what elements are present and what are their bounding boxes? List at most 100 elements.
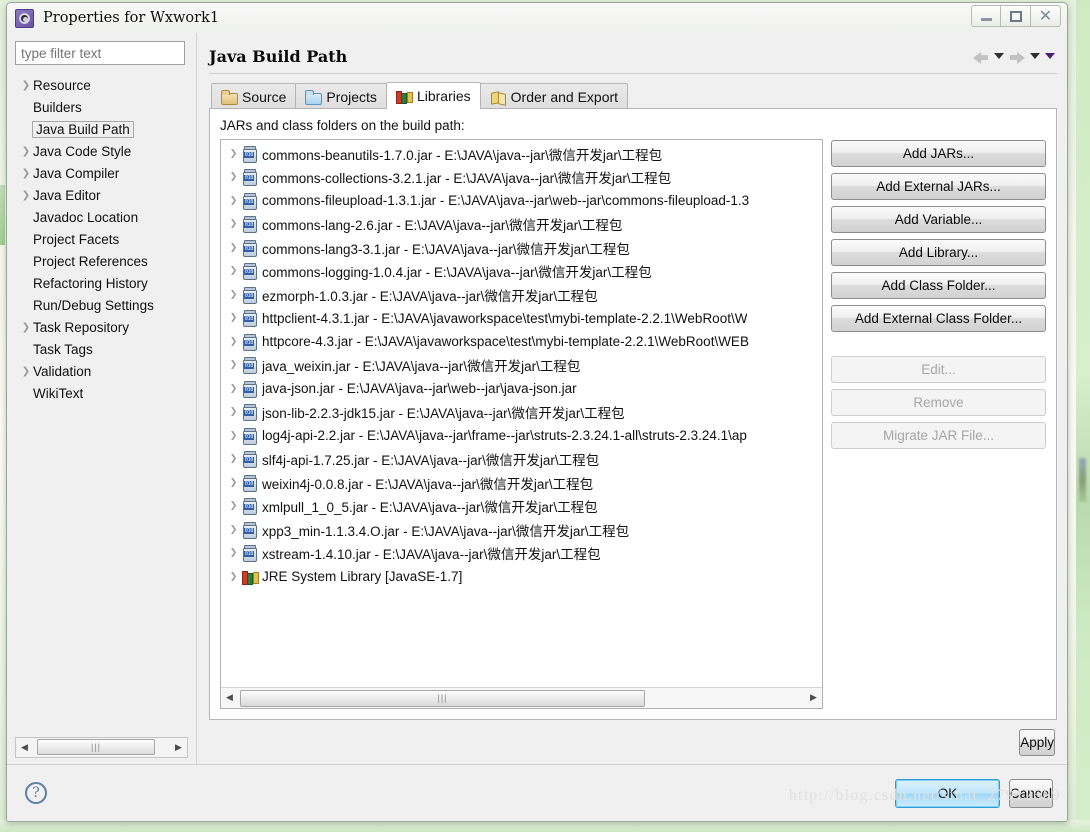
jar-list-item[interactable]: ❯ 010 commons-lang-2.6.jar - E:\JAVA\java-… [221,213,822,237]
sidebar-item-builders[interactable]: Builders [15,96,195,118]
expand-arrow-icon[interactable]: ❯ [226,384,241,394]
sidebar-item-javadoc-location[interactable]: Javadoc Location [15,206,195,228]
forward-history-caret-icon[interactable] [1030,53,1040,59]
jar-list-item[interactable]: ❯ 010 xstream-1.4.10.jar - E:\JAVA\java--j… [221,542,822,566]
expand-arrow-icon[interactable]: ❯ [226,407,241,417]
jar-icon: 010 [241,380,258,398]
expand-arrow-icon[interactable]: ❯ [226,290,241,300]
jar-list-item[interactable]: ❯ 010 commons-logging-1.0.4.jar - E:\JAVA\… [221,260,822,284]
list-scroll-thumb[interactable]: ||| [240,689,645,707]
arrow-left-icon[interactable] [973,50,989,64]
add-jars-button[interactable]: Add JARs... [831,140,1046,167]
expand-arrow-icon[interactable]: ❯ [226,431,241,441]
view-menu-caret-icon[interactable] [1045,53,1055,59]
jar-list-item[interactable]: ❯ 010 json-lib-2.2.3-jdk15.jar - E:\JAVA\j… [221,401,822,425]
jar-list-item[interactable]: ❯ 010 commons-fileupload-1.3.1.jar - E:\JA… [221,189,822,213]
sidebar-item-project-facets[interactable]: Project Facets [15,228,195,250]
jar-list-item[interactable]: ❯ 010 weixin4j-0.0.8.jar - E:\JAVA\java--j… [221,471,822,495]
jar-list-item[interactable]: ❯ 010 java_weixin.jar - E:\JAVA\java--jar\… [221,354,822,378]
jar-list-item[interactable]: ❯ 010 commons-lang3-3.1.jar - E:\JAVA\java… [221,236,822,260]
ok-button[interactable]: OK [894,778,1000,808]
expand-arrow-icon[interactable]: ❯ [226,196,241,206]
expand-arrow-icon[interactable]: ❯ [19,366,33,377]
expand-arrow-icon[interactable]: ❯ [19,146,33,157]
jar-list-item[interactable]: ❯ 010 xmlpull_1_0_5.jar - E:\JAVA\java--ja… [221,495,822,519]
list-scroll-right-icon[interactable]: ▶ [805,689,822,708]
sidebar-item-label: Builders [33,99,82,115]
jar-list-item[interactable]: ❯ 010 xpp3_min-1.1.3.4.O.jar - E:\JAVA\jav… [221,518,822,542]
expand-arrow-icon[interactable]: ❯ [19,168,33,179]
tab-libraries[interactable]: Libraries [385,82,481,109]
scroll-right-icon[interactable]: ▶ [170,738,187,757]
sidebar-item-java-build-path[interactable]: Java Build Path [15,118,195,140]
add-variable-button[interactable]: Add Variable... [831,206,1046,233]
jar-list-item[interactable]: ❯ 010 slf4j-api-1.7.25.jar - E:\JAVA\java-… [221,448,822,472]
expand-arrow-icon[interactable]: ❯ [226,525,241,535]
jar-list-item[interactable]: ❯ 010 log4j-api-2.2.jar - E:\JAVA\java--ja… [221,424,822,448]
expand-arrow-icon[interactable]: ❯ [226,360,241,370]
sidebar-scroll-thumb[interactable]: ||| [37,739,155,755]
sidebar-item-task-tags[interactable]: Task Tags [15,338,195,360]
expand-arrow-icon[interactable]: ❯ [19,80,33,91]
minimize-button[interactable] [971,5,1001,27]
arrow-right-icon[interactable] [1009,50,1025,64]
jar-list[interactable]: ❯ 010 commons-beanutils-1.7.0.jar - E:\JAV… [221,140,822,687]
expand-arrow-icon[interactable]: ❯ [226,172,241,182]
sidebar-scroll-track[interactable]: ||| [33,738,170,757]
expand-arrow-icon[interactable]: ❯ [226,219,241,229]
tab-source[interactable]: Source [211,83,297,109]
list-horizontal-scrollbar[interactable]: ◀ ||| ▶ [221,687,822,708]
sidebar-horizontal-scrollbar[interactable]: ◀ ||| ▶ [15,737,188,758]
tab-label: Source [242,88,287,105]
sidebar-item-java-compiler[interactable]: ❯ Java Compiler [15,162,195,184]
jar-list-item[interactable]: ❯ 010 commons-collections-3.2.1.jar - E:\J… [221,166,822,190]
sidebar-item-label: Java Code Style [33,143,132,159]
expand-arrow-icon[interactable]: ❯ [226,548,241,558]
jar-list-item[interactable]: ❯ 010 commons-beanutils-1.7.0.jar - E:\JAV… [221,142,822,166]
apply-button[interactable]: Apply [1019,728,1055,756]
jar-list-item[interactable]: ❯ 010 ezmorph-1.0.3.jar - E:\JAVA\java--ja… [221,283,822,307]
add-external-jars-button[interactable]: Add External JARs... [831,173,1046,200]
jar-list-item[interactable]: ❯ 010 httpclient-4.3.1.jar - E:\JAVA\javaw… [221,307,822,331]
filter-input[interactable] [15,41,185,65]
expand-arrow-icon[interactable]: ❯ [226,149,241,159]
help-question-icon[interactable]: ? [25,782,47,804]
tab-projects[interactable]: Projects [295,83,387,109]
expand-arrow-icon[interactable]: ❯ [226,501,241,511]
expand-arrow-icon[interactable]: ❯ [226,243,241,253]
eclipse-gear-icon [15,8,34,28]
scroll-left-icon[interactable]: ◀ [16,738,33,757]
list-scroll-left-icon[interactable]: ◀ [221,689,238,708]
expand-arrow-icon[interactable]: ❯ [226,313,241,323]
sidebar-item-task-repository[interactable]: ❯ Task Repository [15,316,195,338]
jar-list-item[interactable]: ❯ 010 java-json.jar - E:\JAVA\java--jar\we… [221,377,822,401]
close-button[interactable]: ✕ [1031,5,1061,27]
sidebar-item-java-code-style[interactable]: ❯ Java Code Style [15,140,195,162]
expand-arrow-icon[interactable]: ❯ [226,478,241,488]
expand-arrow-icon[interactable]: ❯ [226,337,241,347]
list-scroll-track[interactable]: ||| [238,689,805,708]
expand-arrow-icon[interactable]: ❯ [19,322,33,333]
sidebar-item-validation[interactable]: ❯ Validation [15,360,195,382]
sidebar-item-wikitext[interactable]: WikiText [15,382,195,404]
add-library-button[interactable]: Add Library... [831,239,1046,266]
expand-arrow-icon[interactable]: ❯ [226,572,241,582]
sidebar-item-refactoring-history[interactable]: Refactoring History [15,272,195,294]
expand-arrow-icon[interactable]: ❯ [226,454,241,464]
add-external-class-folder-button[interactable]: Add External Class Folder... [831,305,1046,332]
maximize-button[interactable] [1001,5,1031,27]
tab-order-and-export[interactable]: Order and Export [479,83,629,109]
cancel-button[interactable]: Cancel [1008,778,1053,808]
sidebar-item-run-debug-settings[interactable]: Run/Debug Settings [15,294,195,316]
jar-list-item-label: weixin4j-0.0.8.jar - E:\JAVA\java--jar\微… [262,476,594,492]
sidebar-item-resource[interactable]: ❯ Resource [15,74,195,96]
libraries-books-icon [395,89,412,104]
jar-list-item[interactable]: ❯ 010 httpcore-4.3.jar - E:\JAVA\javaworks… [221,330,822,354]
back-history-caret-icon[interactable] [994,53,1004,59]
sidebar-item-java-editor[interactable]: ❯ Java Editor [15,184,195,206]
add-class-folder-button[interactable]: Add Class Folder... [831,272,1046,299]
expand-arrow-icon[interactable]: ❯ [226,266,241,276]
expand-arrow-icon[interactable]: ❯ [19,190,33,201]
jar-list-item[interactable]: ❯ JRE System Library [JavaSE-1.7] [221,565,822,589]
sidebar-item-project-references[interactable]: Project References [15,250,195,272]
